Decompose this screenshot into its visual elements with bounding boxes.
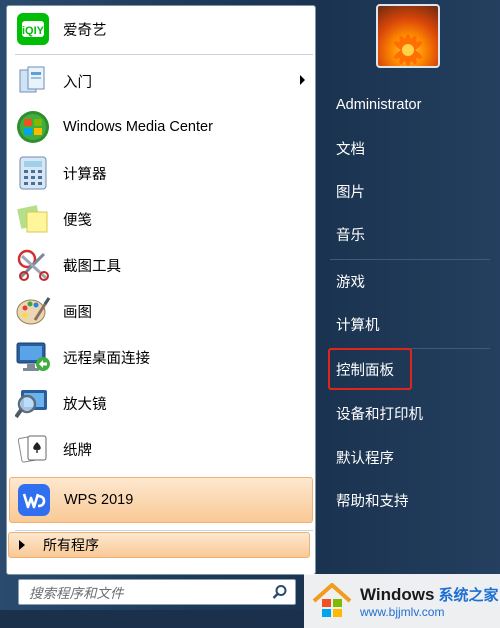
- right-item-label: 帮助和支持: [336, 493, 409, 510]
- right-item-label: 音乐: [336, 227, 365, 244]
- right-item-computer[interactable]: 计算机: [330, 307, 490, 341]
- watermark: Windows 系统之家 www.bjjmlv.com: [304, 574, 500, 628]
- program-item-getting-started[interactable]: 入门: [9, 58, 313, 104]
- program-label: 入门: [63, 74, 92, 91]
- right-item-label: 默认程序: [336, 450, 394, 467]
- right-item-devices-printers[interactable]: 设备和打印机: [330, 396, 490, 430]
- separator: [330, 259, 490, 260]
- program-item-iqiyi[interactable]: iQIY 爱奇艺: [9, 6, 313, 52]
- right-item-pictures[interactable]: 图片: [330, 174, 490, 208]
- magnifier-icon: [15, 385, 51, 421]
- right-item-documents[interactable]: 文档: [330, 131, 490, 165]
- sticky-notes-icon: [15, 201, 51, 237]
- iqiyi-icon: iQIY: [15, 11, 51, 47]
- program-item-paint[interactable]: 画图: [9, 288, 313, 334]
- highlight-box: [328, 348, 412, 390]
- right-item-default-programs[interactable]: 默认程序: [330, 440, 490, 474]
- expand-arrow-icon: [19, 540, 25, 550]
- wps-icon: [16, 482, 52, 518]
- submenu-arrow-icon[interactable]: [300, 75, 305, 85]
- program-label: 纸牌: [63, 442, 92, 459]
- right-item-label: 游戏: [336, 274, 365, 291]
- start-menu-programs-panel: iQIY 爱奇艺 入门 Windows Media Center 计算器 便笺 …: [6, 5, 316, 575]
- program-item-windows-media-center[interactable]: Windows Media Center: [9, 104, 313, 150]
- separator: [15, 54, 313, 55]
- right-item-label: 文档: [336, 141, 365, 158]
- username-label: Administrator: [336, 97, 422, 113]
- getting-started-icon: [15, 63, 51, 99]
- program-label: 截图工具: [63, 258, 121, 275]
- separator: [15, 530, 313, 531]
- search-placeholder: 搜索程序和文件: [29, 586, 124, 601]
- program-item-magnifier[interactable]: 放大镜: [9, 380, 313, 426]
- program-item-snipping-tool[interactable]: 截图工具: [9, 242, 313, 288]
- search-icon[interactable]: [269, 581, 291, 603]
- svg-text:iQIY: iQIY: [22, 25, 45, 37]
- all-programs-button[interactable]: 所有程序: [8, 532, 310, 558]
- program-label: WPS 2019: [64, 492, 134, 508]
- user-picture-avatar[interactable]: [376, 4, 440, 68]
- right-item-label: 设备和打印机: [336, 406, 423, 423]
- paint-icon: [15, 293, 51, 329]
- right-item-help-support[interactable]: 帮助和支持: [330, 483, 490, 517]
- right-item-label: 计算机: [336, 317, 380, 334]
- all-programs-label: 所有程序: [43, 537, 99, 553]
- program-item-calculator[interactable]: 计算器: [9, 150, 313, 196]
- watermark-url: www.bjjmlv.com: [360, 604, 445, 619]
- program-item-sticky-notes[interactable]: 便笺: [9, 196, 313, 242]
- watermark-brand-cn: 系统之家: [438, 586, 499, 604]
- right-item-label: 图片: [336, 184, 365, 201]
- program-label: 计算器: [63, 166, 107, 183]
- windows-house-logo-icon: [312, 583, 352, 617]
- snipping-tool-icon: [15, 247, 51, 283]
- program-label: 画图: [63, 304, 92, 321]
- windows-media-center-icon: [15, 109, 51, 145]
- solitaire-icon: [15, 431, 51, 467]
- program-label: Windows Media Center: [63, 119, 213, 135]
- right-item-games[interactable]: 游戏: [330, 264, 490, 298]
- program-label: 放大镜: [63, 396, 107, 413]
- search-input[interactable]: 搜索程序和文件: [18, 579, 296, 605]
- watermark-brand: Windows: [360, 584, 435, 604]
- program-label: 爱奇艺: [63, 22, 107, 39]
- remote-desktop-icon: [15, 339, 51, 375]
- right-item-music[interactable]: 音乐: [330, 217, 490, 251]
- program-label: 远程桌面连接: [63, 350, 150, 367]
- start-menu: iQIY 爱奇艺 入门 Windows Media Center 计算器 便笺 …: [0, 0, 500, 628]
- program-item-wps[interactable]: WPS 2019: [9, 477, 313, 523]
- right-item-administrator[interactable]: Administrator: [330, 88, 490, 122]
- calculator-icon: [15, 155, 51, 191]
- program-item-solitaire[interactable]: 纸牌: [9, 426, 313, 472]
- program-label: 便笺: [63, 212, 92, 229]
- program-item-remote-desktop[interactable]: 远程桌面连接: [9, 334, 313, 380]
